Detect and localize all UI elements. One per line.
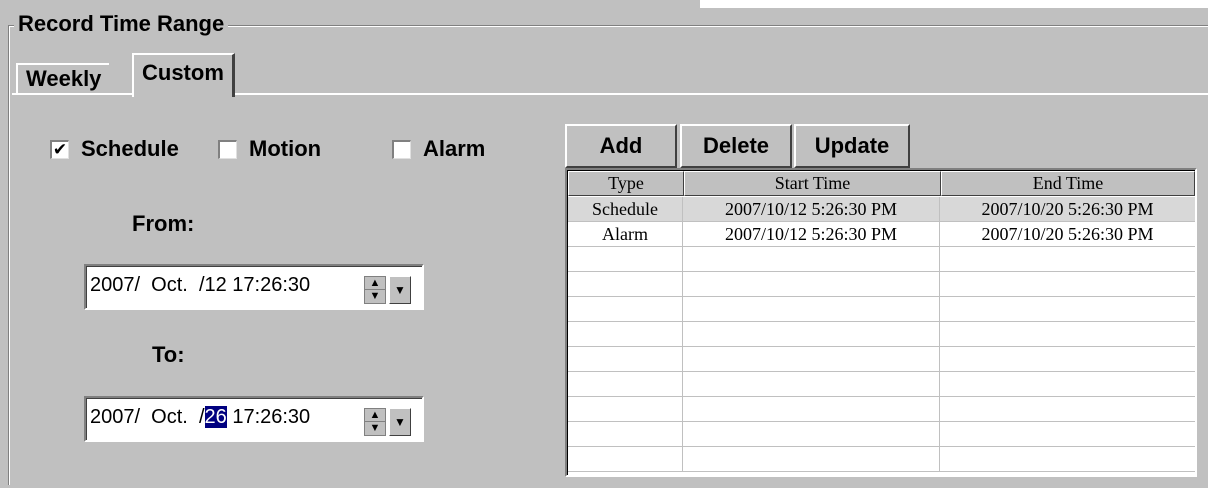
time-range-table[interactable]: Type Start Time End Time Schedule 2007/1…: [565, 168, 1197, 477]
cell-empty: [568, 422, 683, 446]
cell-empty: [683, 347, 940, 371]
spin-down-icon[interactable]: ▼: [365, 422, 385, 435]
table-row[interactable]: Alarm 2007/10/12 5:26:30 PM 2007/10/20 5…: [568, 222, 1195, 247]
from-date-picker[interactable]: 2007/ Oct. /12 17:26:30 ▲ ▼ ▼: [84, 264, 424, 310]
to-label: To:: [152, 342, 185, 367]
to-date-suffix: 17:26:30: [226, 406, 311, 428]
record-time-range-panel: Record Time Range Weekly Custom ✔ Schedu…: [0, 0, 1208, 488]
schedule-checkbox-label: Schedule: [81, 136, 179, 161]
spin-up-icon[interactable]: ▲: [365, 277, 385, 290]
cell-empty: [940, 322, 1195, 346]
alarm-checkbox-row[interactable]: Alarm: [392, 136, 485, 162]
table-row-empty[interactable]: [568, 447, 1195, 472]
to-date-selected: 26: [204, 406, 227, 428]
update-button[interactable]: Update: [794, 124, 910, 168]
to-date-prefix: 2007/ Oct. /: [90, 406, 205, 428]
to-spin-buttons[interactable]: ▲ ▼: [364, 408, 386, 436]
header-start-time[interactable]: Start Time: [684, 171, 941, 196]
cell-empty: [683, 372, 940, 396]
cell-start-time: 2007/10/12 5:26:30 PM: [683, 197, 940, 221]
check-icon: ✔: [52, 140, 68, 159]
cell-empty: [568, 272, 683, 296]
motion-checkbox-label: Motion: [249, 136, 322, 161]
cell-empty: [940, 397, 1195, 421]
to-date-picker[interactable]: 2007/ Oct. /26 17:26:30 ▲ ▼ ▼: [84, 396, 424, 442]
table-row-empty[interactable]: [568, 422, 1195, 447]
spin-down-icon[interactable]: ▼: [365, 290, 385, 303]
cell-empty: [568, 447, 683, 471]
schedule-checkbox-row[interactable]: ✔ Schedule: [50, 136, 179, 162]
top-strip: [0, 0, 1208, 8]
cell-empty: [940, 447, 1195, 471]
to-date-text[interactable]: 2007/ Oct. /26 17:26:30: [90, 406, 310, 429]
header-end-time[interactable]: End Time: [941, 171, 1195, 196]
delete-button[interactable]: Delete: [680, 124, 792, 168]
cell-empty: [683, 247, 940, 271]
cell-empty: [683, 322, 940, 346]
cell-type: Alarm: [568, 222, 683, 246]
cell-empty: [940, 347, 1195, 371]
table-row-empty[interactable]: [568, 247, 1195, 272]
table-row-empty[interactable]: [568, 397, 1195, 422]
table-row[interactable]: Schedule 2007/10/12 5:26:30 PM 2007/10/2…: [568, 197, 1195, 222]
cell-empty: [683, 397, 940, 421]
to-dropdown-button[interactable]: ▼: [389, 408, 411, 436]
cell-empty: [940, 372, 1195, 396]
cell-empty: [940, 422, 1195, 446]
tab-custom[interactable]: Custom: [132, 53, 235, 97]
from-spin-buttons[interactable]: ▲ ▼: [364, 276, 386, 304]
cell-empty: [568, 297, 683, 321]
cell-start-time: 2007/10/12 5:26:30 PM: [683, 222, 940, 246]
table-row-empty[interactable]: [568, 272, 1195, 297]
cell-end-time: 2007/10/20 5:26:30 PM: [981, 224, 1154, 244]
spin-up-icon[interactable]: ▲: [365, 409, 385, 422]
motion-checkbox-row[interactable]: Motion: [218, 136, 321, 162]
table-row-empty[interactable]: [568, 347, 1195, 372]
cell-empty: [683, 422, 940, 446]
alarm-checkbox[interactable]: [392, 139, 411, 159]
cell-empty: [568, 247, 683, 271]
from-dropdown-button[interactable]: ▼: [389, 276, 411, 304]
cell-empty: [683, 272, 940, 296]
group-title: Record Time Range: [14, 10, 229, 38]
cell-empty: [568, 347, 683, 371]
from-label: From:: [132, 211, 195, 236]
chevron-down-icon: ▼: [394, 415, 406, 429]
cell-empty: [568, 372, 683, 396]
from-date-text[interactable]: 2007/ Oct. /12 17:26:30: [90, 274, 310, 297]
tab-weekly[interactable]: Weekly: [16, 63, 110, 93]
from-date-prefix: 2007/ Oct. /12 17:26:30: [90, 274, 311, 296]
table-row-empty[interactable]: [568, 297, 1195, 322]
chevron-down-icon: ▼: [394, 283, 406, 297]
alarm-checkbox-label: Alarm: [423, 136, 486, 161]
cell-end-time: 2007/10/20 5:26:30 PM: [981, 199, 1154, 219]
cell-empty: [940, 297, 1195, 321]
cell-empty: [568, 322, 683, 346]
cell-empty: [683, 447, 940, 471]
schedule-checkbox[interactable]: ✔: [50, 139, 69, 159]
cell-empty: [940, 247, 1195, 271]
add-button[interactable]: Add: [565, 124, 677, 168]
cell-empty: [683, 297, 940, 321]
header-type[interactable]: Type: [568, 171, 684, 196]
table-row-empty[interactable]: [568, 322, 1195, 347]
table-row-empty[interactable]: [568, 372, 1195, 397]
cell-empty: [940, 272, 1195, 296]
top-strip-gray: [0, 0, 700, 8]
cell-type: Schedule: [568, 197, 683, 221]
cell-empty: [568, 397, 683, 421]
motion-checkbox[interactable]: [218, 139, 237, 159]
